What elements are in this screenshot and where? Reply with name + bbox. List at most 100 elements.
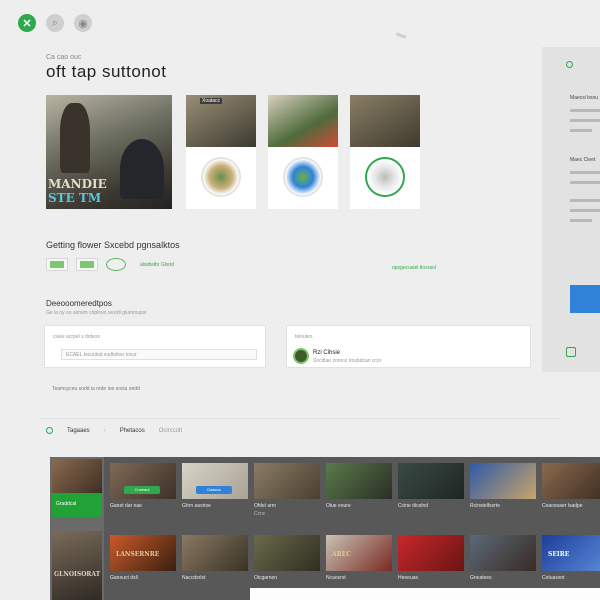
tab-games[interactable]: Tagaaes [67,428,90,434]
card-art [350,95,420,147]
hero-helmet-art [120,139,164,199]
game-title: Ncaosrst [326,575,346,581]
card-art [268,95,338,147]
featured-card-1[interactable]: Xoatacc [186,95,256,209]
store-game-tile[interactable]: Gneatees [470,535,536,581]
game-title: Ganet dar eae [110,503,142,509]
game-title: Ceaosoaer lsadpe [542,503,583,509]
profile-label: teloutes [295,334,313,340]
game-cover-title: LANSERNRE [116,551,160,558]
tab-separator: › [103,427,106,434]
store-left-art[interactable] [52,459,102,493]
store-game-tile[interactable]: Ofdel arm Ccnc [254,463,320,517]
game-cover-art [182,535,248,571]
section-divider [40,418,560,419]
store-game-tile[interactable]: AREC Ncaosrst [326,535,392,581]
card-badge-art [283,157,323,197]
side-panel-head-2: Maec Cleet [570,157,596,163]
hero-soldier-art [60,103,90,173]
side-panel-line [570,199,600,202]
side-panel-head-1: Maecsi bxou [570,95,599,101]
store-left-column: Graddcal GLNOISORAT [50,457,104,600]
game-cover-title: AREC [332,551,351,558]
store-left-title: GLNOISORAT [54,571,101,578]
side-panel-line [570,181,600,184]
chip-caption[interactable]: alsidwlbr Glsrid [140,262,174,268]
card-badge-art [365,157,405,197]
store-game-tile[interactable]: Ceaosoaer lsadpe [542,463,600,509]
card-badge-art [201,157,241,197]
store-game-tile[interactable]: Cnseaol Ganet dar eae [110,463,176,509]
controller-icon[interactable]: ◉ [74,14,92,32]
game-title: Ghrn aasrioe [182,503,211,509]
profile-sub: Socittae zonroz lrosbdcan ccor [313,358,382,364]
side-panel-line [570,171,600,174]
address-input[interactable]: ECAEL tocuutsd sudtnitoo tocur [61,349,257,360]
store-game-tile[interactable]: Ccine dicelnd [398,463,464,509]
game-title: Ganeuct dsll [110,575,138,581]
game-cover-art: AREC [326,535,392,571]
side-panel-line [570,209,600,212]
collections-link[interactable]: opsgecusiel tlosraol [392,265,436,271]
search-icon[interactable]: ⌕ [46,14,64,32]
store-left-cta[interactable]: Graddcal [52,493,102,517]
side-panel-line [570,219,592,222]
game-cover-art [326,463,392,499]
game-cover-art: Daacus [182,463,248,499]
game-cover-art [470,535,536,571]
store-game-tile[interactable]: LANSERNRE Ganeuct dsll [110,535,176,581]
featured-card-3[interactable] [350,95,420,209]
store-band: Graddcal GLNOISORAT Cnseaol Ganet dar eae… [50,457,600,600]
store-game-tile[interactable]: SEIRE Cetuassnt [542,535,600,581]
bottom-white-panel [250,588,600,600]
game-cover-title: SEIRE [548,551,570,558]
card-tag: Xoatacc [200,98,223,104]
side-panel-status-icon [566,61,573,68]
tabs-row: Tagaaes › Phetacos Ocirccolt [46,427,182,434]
game-action-button[interactable]: Daacus [196,486,232,494]
featured-card-2[interactable] [268,95,338,209]
account-section-subtitle: Ge la oy oo aimsm cirplouo xexidl giumrs… [46,310,147,316]
game-title: Oicgarnen [254,575,278,581]
collections-chips: alsidwlbr Glsrid [46,258,174,271]
game-title: Heeeuas [398,575,419,581]
game-action-button[interactable]: Cnseaol [124,486,160,494]
xbox-logo-icon[interactable]: ✕ [18,14,36,32]
store-game-tile[interactable]: Daacus Ghrn aasrioe [182,463,248,509]
account-section-title: Deeooomeredtpos [46,299,112,308]
chip-3[interactable] [106,258,126,271]
store-game-tile[interactable]: Heeeuas [398,535,464,581]
game-title: Naccdsrlst [182,575,206,581]
tab-other[interactable]: Ocirccolt [159,428,182,434]
side-panel-line [570,109,600,112]
store-game-tile[interactable]: Oicgarnen [254,535,320,581]
side-panel-check-icon[interactable] [566,347,576,357]
featured-hero-tile[interactable]: MANDIE STE TM [46,95,172,209]
game-title: Ofdel arm [254,503,276,509]
address-label: ciuke acrpel s drdess [53,334,100,340]
account-note: Teamsyceu sodd ia nrde ioe socia ondd [52,386,140,392]
chip-1[interactable] [46,258,68,271]
game-title: Gneatees [470,575,492,581]
tab-photos[interactable]: Phetacos [120,428,145,434]
decorative-dash [395,32,407,39]
avatar[interactable] [293,348,309,364]
game-title: Olue eoure [326,503,351,509]
game-title: Cetuassnt [542,575,565,581]
game-title: Rcinstelfssrte [470,503,501,509]
side-panel-primary-button[interactable] [570,285,600,313]
game-price: Ccnc [254,511,266,517]
store-game-tile[interactable]: Naccdsrlst [182,535,248,581]
store-game-tile[interactable]: Rcinstelfssrte [470,463,536,509]
collections-title: Getting flower Sxcebd pgnsalktos [46,240,180,250]
chip-2[interactable] [76,258,98,271]
game-cover-art [470,463,536,499]
hero-title-line2: STE TM [48,191,102,205]
store-game-tile[interactable]: Olue eoure [326,463,392,509]
game-cover-art: LANSERNRE [110,535,176,571]
game-cover-art: Cnseaol [110,463,176,499]
hero-title-line1: MANDIE [48,177,107,191]
page-title: oft tap suttonot [46,62,167,81]
store-left-art-2[interactable]: GLNOISORAT [52,531,102,600]
profile-name: Rzi Cihsie [313,350,341,356]
